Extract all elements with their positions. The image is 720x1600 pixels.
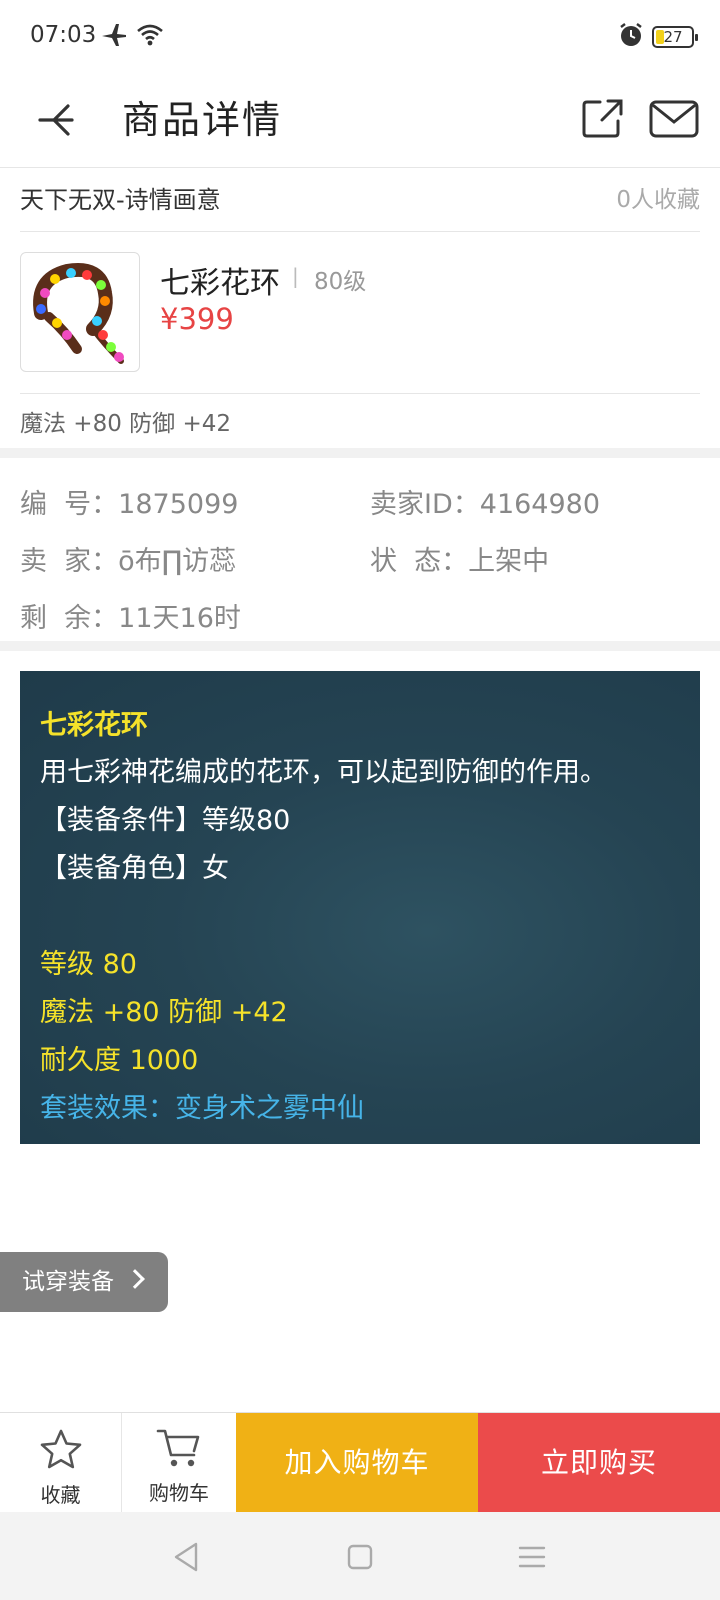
store-row: 天下无双-诗情画意 0人收藏 xyxy=(20,168,700,232)
system-nav-bar xyxy=(0,1512,720,1600)
item-summary: 七彩花环 | 80级 ¥399 xyxy=(20,232,700,394)
seller-id-label: 卖家ID： xyxy=(370,489,480,520)
cart-label: 购物车 xyxy=(149,1481,209,1505)
status-label: 状 态： xyxy=(370,546,469,577)
item-level: 80级 xyxy=(314,269,367,295)
status-time: 07:03 xyxy=(30,22,97,48)
serial-label: 编 号： xyxy=(20,489,119,520)
battery-level: 27 xyxy=(663,28,683,46)
desc-stats: 魔法 +80 防御 +42 xyxy=(40,997,288,1028)
page-title: 商品详情 xyxy=(122,98,283,142)
status-value: 上架中 xyxy=(468,546,550,577)
star-icon xyxy=(40,1429,81,1469)
add-to-cart-button[interactable]: 加入购物车 xyxy=(236,1413,478,1513)
nav-back-button[interactable] xyxy=(170,1540,204,1574)
store-name[interactable]: 天下无双-诗情画意 xyxy=(20,180,221,215)
square-home-icon xyxy=(347,1544,373,1570)
item-stats: 魔法 +80 防御 +42 xyxy=(20,411,232,437)
item-thumbnail[interactable] xyxy=(20,252,140,372)
cart-icon xyxy=(156,1429,200,1467)
seller-id: 卖家ID：4164980 xyxy=(370,482,600,521)
triangle-back-icon xyxy=(174,1542,198,1572)
desc-text: 用七彩神花编成的花环，可以起到防御的作用。 xyxy=(40,757,607,788)
chevron-right-icon xyxy=(125,1269,145,1289)
menu-icon xyxy=(518,1546,546,1568)
message-button[interactable] xyxy=(646,94,702,144)
item-name: 七彩花环 xyxy=(160,266,280,301)
item-separator: | xyxy=(292,264,299,288)
action-bar: 收藏 购物车 加入购物车 立即购买 xyxy=(0,1412,720,1513)
header: 商品详情 xyxy=(0,72,720,168)
item-description-box: 七彩花环 用七彩神花编成的花环，可以起到防御的作用。 【装备条件】等级80 【装… xyxy=(20,671,700,1144)
share-button[interactable] xyxy=(578,94,628,144)
desc-role: 【装备角色】女 xyxy=(40,853,229,884)
airplane-icon xyxy=(100,22,128,52)
arrow-left-icon xyxy=(38,104,74,136)
time-remaining: 剩 余：11天16时 xyxy=(20,596,241,635)
desc-title: 七彩花环 xyxy=(40,710,148,741)
listing-status: 状 态：上架中 xyxy=(370,539,549,578)
battery-icon: 27 xyxy=(652,26,698,48)
seller-id-value: 4164980 xyxy=(479,489,601,520)
desc-level: 等级 80 xyxy=(40,949,137,980)
alarm-icon xyxy=(618,22,644,52)
wifi-icon xyxy=(136,23,164,51)
share-icon xyxy=(582,99,623,138)
mail-icon xyxy=(649,100,699,138)
desc-durability: 耐久度 1000 xyxy=(40,1045,199,1076)
seller-value: ō布∏访蕊 xyxy=(118,546,237,577)
remaining-label: 剩 余： xyxy=(20,603,119,634)
seller-label: 卖 家： xyxy=(20,546,119,577)
serial-number: 编 号：1875099 xyxy=(20,482,238,521)
remaining-value: 11天16时 xyxy=(118,603,241,634)
nav-home-button[interactable] xyxy=(343,1540,377,1574)
section-divider xyxy=(0,448,720,458)
desc-condition: 【装备条件】等级80 xyxy=(40,805,291,836)
nav-menu-button[interactable] xyxy=(515,1540,549,1574)
status-icons-left xyxy=(100,22,164,52)
flower-wreath-icon xyxy=(33,263,124,364)
desc-set-effect: 套装效果：变身术之雾中仙 xyxy=(40,1093,364,1124)
cart-button[interactable]: 购物车 xyxy=(122,1413,236,1513)
serial-value: 1875099 xyxy=(118,489,239,520)
try-on-button[interactable]: 试穿装备 xyxy=(0,1252,168,1312)
seller: 卖 家：ō布∏访蕊 xyxy=(20,539,236,578)
favorite-button[interactable]: 收藏 xyxy=(0,1413,122,1513)
favorite-count: 0人收藏 xyxy=(616,187,700,213)
favorite-label: 收藏 xyxy=(40,1483,81,1507)
status-icons-right: 27 xyxy=(618,22,698,52)
try-on-label: 试穿装备 xyxy=(22,1269,114,1295)
item-price: ¥399 xyxy=(160,302,234,336)
status-bar: 07:03 27 xyxy=(0,0,720,72)
back-button[interactable] xyxy=(32,90,92,150)
buy-now-button[interactable]: 立即购买 xyxy=(478,1413,720,1513)
section-divider xyxy=(0,641,720,651)
